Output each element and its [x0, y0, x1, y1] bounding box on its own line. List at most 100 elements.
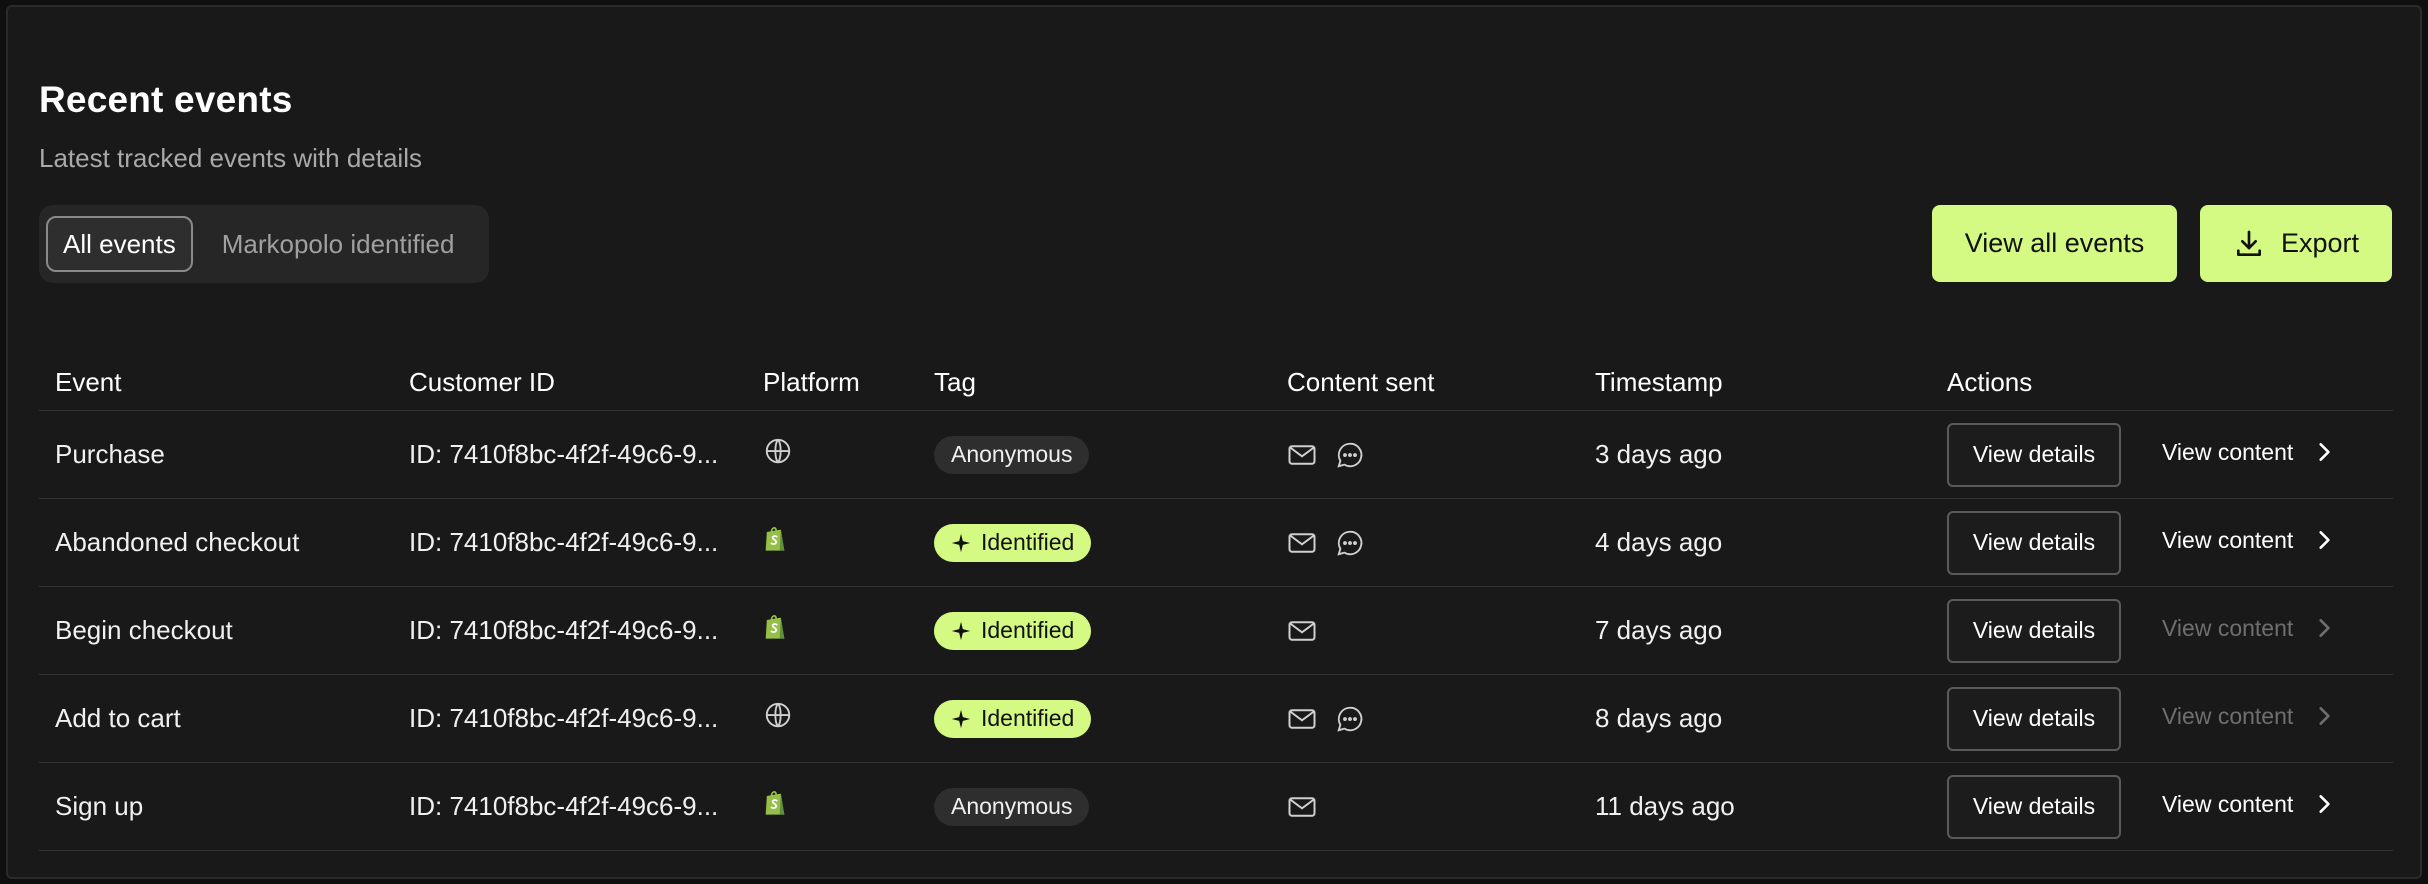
tag-cell: Identified	[934, 611, 1092, 650]
sparkle-icon	[951, 709, 971, 729]
content-sent-cell	[1287, 528, 1365, 558]
chat-icon	[1335, 704, 1365, 734]
tag-label: Identified	[981, 529, 1075, 555]
mail-icon	[1287, 442, 1317, 468]
view-details-button[interactable]: View details	[1947, 422, 2121, 487]
globe-icon	[763, 700, 793, 730]
globe-icon	[763, 436, 793, 466]
download-icon	[2233, 228, 2265, 260]
column-header-tag: Tag	[934, 367, 976, 397]
customer-id: ID: 7410f8bc-4f2f-49c6-9...	[409, 439, 719, 469]
tag-label: Identified	[981, 705, 1075, 731]
shopify-icon	[763, 613, 787, 641]
page-subtitle: Latest tracked events with details	[39, 143, 422, 173]
timestamp: 8 days ago	[1595, 703, 1723, 733]
tag-label: Anonymous	[951, 441, 1073, 467]
view-all-events-button[interactable]: View all events	[1932, 205, 2177, 282]
mail-icon	[1287, 530, 1317, 556]
shopify-icon	[763, 525, 787, 553]
timestamp: 11 days ago	[1595, 791, 1735, 821]
tag-cell: Identified	[934, 523, 1092, 562]
tag-label: Identified	[981, 617, 1075, 643]
table-row: Add to cart ID: 7410f8bc-4f2f-49c6-9... Id…	[39, 675, 2393, 763]
events-table: Event Customer ID Platform Tag Content s…	[39, 355, 2393, 851]
event-name: Purchase	[55, 439, 165, 469]
column-header-timestamp: Timestamp	[1595, 367, 1723, 397]
chevron-right-icon	[2315, 617, 2333, 639]
chat-icon	[1335, 528, 1365, 558]
chat-icon	[1335, 440, 1365, 470]
column-header-platform: Platform	[763, 367, 860, 397]
table-row: Abandoned checkout ID: 7410f8bc-4f2f-49c6…	[39, 499, 2393, 587]
event-filter-segmented-control: All events Markopolo identified	[39, 205, 489, 283]
event-name: Begin checkout	[55, 615, 233, 645]
customer-id: ID: 7410f8bc-4f2f-49c6-9...	[409, 527, 719, 557]
view-content-label: View content	[2162, 790, 2294, 817]
table-header: Event Customer ID Platform Tag Content s…	[39, 355, 2393, 411]
column-header-customer-id: Customer ID	[409, 367, 555, 397]
view-details-button[interactable]: View details	[1947, 598, 2121, 663]
identified-badge: Identified	[934, 611, 1092, 650]
platform-cell	[763, 525, 787, 560]
view-content-link: View content	[2162, 615, 2333, 642]
view-content-link[interactable]: View content	[2162, 527, 2333, 554]
event-name: Sign up	[55, 791, 144, 821]
sparkle-icon	[951, 533, 971, 553]
event-name: Add to cart	[55, 703, 181, 733]
chevron-right-icon	[2315, 441, 2333, 463]
column-header-actions: Actions	[1947, 367, 2033, 397]
customer-id: ID: 7410f8bc-4f2f-49c6-9...	[409, 615, 719, 645]
view-details-button[interactable]: View details	[1947, 774, 2121, 839]
customer-id: ID: 7410f8bc-4f2f-49c6-9...	[409, 791, 719, 821]
table-row: Begin checkout ID: 7410f8bc-4f2f-49c6-9..…	[39, 587, 2393, 675]
platform-cell	[763, 789, 787, 824]
content-sent-cell	[1287, 704, 1365, 734]
view-content-label: View content	[2162, 702, 2294, 729]
shopify-icon	[763, 789, 787, 817]
recent-events-panel: Recent events Latest tracked events with…	[6, 5, 2422, 879]
view-content-label: View content	[2162, 614, 2294, 641]
column-header-event: Event	[55, 367, 122, 397]
identified-badge: Identified	[934, 699, 1092, 738]
mail-icon	[1287, 706, 1317, 732]
customer-id: ID: 7410f8bc-4f2f-49c6-9...	[409, 703, 719, 733]
content-sent-cell	[1287, 794, 1317, 820]
chevron-right-icon	[2315, 705, 2333, 727]
table-row: Purchase ID: 7410f8bc-4f2f-49c6-9... Anony…	[39, 411, 2393, 499]
view-content-link[interactable]: View content	[2162, 791, 2333, 818]
export-button[interactable]: Export	[2200, 205, 2392, 282]
filter-all-events[interactable]: All events	[46, 216, 193, 272]
timestamp: 4 days ago	[1595, 527, 1723, 557]
timestamp: 7 days ago	[1595, 615, 1723, 645]
event-name: Abandoned checkout	[55, 527, 300, 557]
view-content-link: View content	[2162, 703, 2333, 730]
mail-icon	[1287, 794, 1317, 820]
page-title: Recent events	[39, 79, 293, 120]
sparkle-icon	[951, 621, 971, 641]
chevron-right-icon	[2315, 793, 2333, 815]
platform-cell	[763, 436, 793, 473]
view-all-events-label: View all events	[1964, 228, 2145, 258]
view-details-button[interactable]: View details	[1947, 510, 2121, 575]
view-details-button[interactable]: View details	[1947, 686, 2121, 751]
tag-label: Anonymous	[951, 793, 1073, 819]
anonymous-badge: Anonymous	[934, 787, 1090, 826]
chevron-right-icon	[2315, 529, 2333, 551]
view-content-link[interactable]: View content	[2162, 439, 2333, 466]
view-content-label: View content	[2162, 438, 2294, 465]
export-label: Export	[2280, 228, 2360, 258]
tag-cell: Identified	[934, 699, 1092, 738]
column-header-content-sent: Content sent	[1287, 367, 1435, 397]
table-row: Sign up ID: 7410f8bc-4f2f-49c6-9... Anonym…	[39, 763, 2393, 851]
mail-icon	[1287, 618, 1317, 644]
filter-markopolo-identified[interactable]: Markopolo identified	[207, 216, 470, 272]
view-content-label: View content	[2162, 526, 2294, 553]
platform-cell	[763, 700, 793, 737]
platform-cell	[763, 613, 787, 648]
identified-badge: Identified	[934, 523, 1092, 562]
tag-cell: Anonymous	[934, 435, 1090, 474]
tag-cell: Anonymous	[934, 787, 1090, 826]
timestamp: 3 days ago	[1595, 439, 1723, 469]
content-sent-cell	[1287, 440, 1365, 470]
anonymous-badge: Anonymous	[934, 435, 1090, 474]
